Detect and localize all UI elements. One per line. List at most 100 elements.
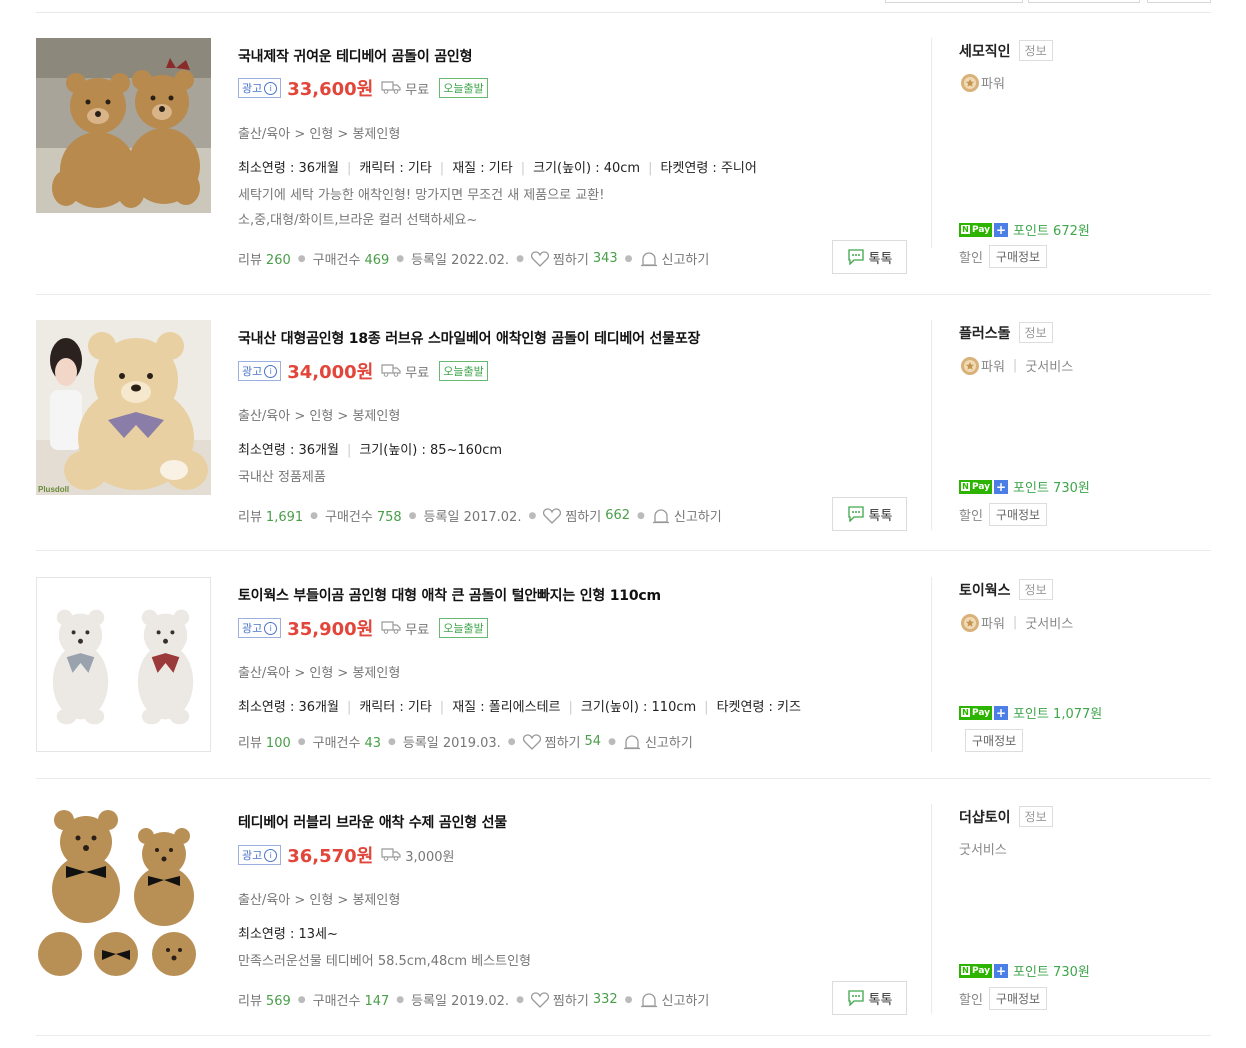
seller-grade: 파워 | 굿서비스 [959, 611, 1073, 633]
wish-button[interactable]: 찜하기 54 [522, 732, 601, 751]
category-path[interactable]: 출산/육아 > 인형 > 봉제인형 [238, 889, 400, 908]
sort-button[interactable] [1028, 0, 1140, 3]
truck-icon [381, 362, 401, 381]
shipping-fee: 무료 [405, 365, 430, 381]
seller-info-button[interactable]: 정보 [1018, 806, 1053, 827]
review-link[interactable]: 리뷰 569 [238, 990, 291, 1009]
meta-row: 리뷰 569 ● 구매건수 147 ● 등록일 2019.02. ● 찜하기 332 ● 신고… [238, 990, 710, 1009]
product-title[interactable]: 국내산 대형곰인형 18종 러브유 스마일베어 애착인형 곰돌이 테디베어 선물… [238, 328, 700, 348]
truck-icon [381, 619, 401, 638]
chat-icon [847, 990, 864, 1006]
product-description: 세탁기에 세탁 가능한 애착인형! 망가지면 무조건 새 제품으로 교환! 소,… [238, 188, 605, 228]
ad-badge[interactable]: 광고 i [238, 618, 282, 638]
info-icon[interactable]: i [264, 364, 278, 378]
npay-points: N Pay + 포인트 730원 [959, 477, 1090, 496]
ad-badge[interactable]: 광고 i [238, 845, 282, 865]
product-thumbnail[interactable] [36, 577, 211, 752]
view-button[interactable] [1147, 0, 1211, 3]
ad-badge[interactable]: 광고 i [238, 78, 282, 98]
ad-badge[interactable]: 광고 i [238, 361, 282, 381]
seller-grade: 파워 | 굿서비스 [959, 354, 1073, 376]
seller-info-button[interactable]: 정보 [1018, 322, 1053, 343]
price-row: 광고 i 35,900원 무료 오늘출발 [238, 616, 488, 640]
talk-button[interactable]: 톡톡 [832, 240, 907, 274]
report-button[interactable]: 신고하기 [623, 732, 693, 751]
purchase-info-button[interactable]: 구매정보 [988, 987, 1048, 1010]
meta-row: 리뷰 1,691 ● 구매건수 758 ● 등록일 2017.02. ● 찜하기 662 ● … [238, 506, 722, 525]
seller-name[interactable]: 세모직인 정보 [959, 40, 1053, 61]
product-title[interactable]: 국내제작 귀여운 테디베어 곰돌이 곰인형 [238, 46, 472, 66]
product-thumbnail[interactable]: Plusdoll [36, 320, 211, 495]
product-price: 34,000원 [287, 362, 374, 383]
column-divider [931, 320, 932, 530]
purchase-info-button[interactable]: 구매정보 [988, 503, 1048, 526]
spec-list: 최소연령 : 36개월 | 캐릭터 : 기타 | 재질 : 기타 | 크기(높이) : 40… [238, 161, 757, 176]
seller-info-button[interactable]: 정보 [1018, 579, 1053, 600]
spec-list: 최소연령 : 36개월 | 크기(높이) : 85~160cm [238, 443, 503, 458]
category-path[interactable]: 출산/육아 > 인형 > 봉제인형 [238, 123, 400, 142]
column-divider [931, 38, 932, 248]
shipping-fee: 3,000원 [405, 849, 455, 865]
product-title[interactable]: 토이웍스 부들이곰 곰인형 대형 애착 큰 곰돌이 털안빠지는 인형 110cm [238, 585, 661, 605]
npay-points: N Pay + 포인트 672원 [959, 220, 1090, 239]
product-title[interactable]: 테디베어 러블리 브라운 애착 수제 곰인형 선물 [238, 812, 507, 832]
today-ship-badge: 오늘출발 [439, 78, 488, 98]
product-item: 테디베어 러블리 브라운 애착 수제 곰인형 선물 광고 i 36,570원 3,… [36, 779, 1211, 1036]
spec: 크기(높이) : 85~160cm [359, 443, 503, 458]
discount-label: 할인 [959, 509, 983, 524]
seller-name[interactable]: 더샵토이 정보 [959, 806, 1053, 827]
review-link[interactable]: 리뷰 100 [238, 732, 291, 751]
discount-label: 할인 [959, 993, 983, 1008]
seller-grade: 파워 [959, 71, 1005, 93]
talk-button[interactable]: 톡톡 [832, 497, 907, 531]
report-button[interactable]: 신고하기 [640, 249, 709, 268]
purchase-info-button[interactable]: 구매정보 [965, 729, 1024, 752]
meta-row: 리뷰 100 ● 구매건수 43 ● 등록일 2019.03. ● 찜하기 54 ● 신고하기 [238, 732, 693, 751]
info-icon[interactable]: i [264, 621, 278, 635]
category-path[interactable]: 출산/육아 > 인형 > 봉제인형 [238, 405, 400, 424]
product-thumbnail[interactable] [36, 38, 211, 213]
heart-icon [522, 733, 541, 750]
spec: 캐릭터 : 기타 [359, 161, 432, 176]
category-path[interactable]: 출산/육아 > 인형 > 봉제인형 [238, 662, 400, 681]
info-icon[interactable]: i [264, 81, 278, 95]
wish-button[interactable]: 찜하기 332 [530, 990, 618, 1009]
product-description: 국내산 정품제품 [238, 470, 326, 485]
heart-icon [530, 250, 549, 267]
registered-date: 등록일 2019.03. [402, 736, 501, 751]
review-link[interactable]: 리뷰 1,691 [238, 506, 303, 525]
purchase-count: 구매건수 758 [325, 510, 402, 525]
product-item: 토이웍스 부들이곰 곰인형 대형 애착 큰 곰돌이 털안빠지는 인형 110cm… [36, 551, 1211, 779]
purchase-info-button[interactable]: 구매정보 [988, 245, 1048, 268]
wish-button[interactable]: 찜하기 662 [543, 506, 630, 525]
wish-button[interactable]: 찜하기 343 [530, 249, 618, 268]
spec-list: 최소연령 : 13세~ [238, 923, 338, 942]
product-thumbnail[interactable] [36, 804, 211, 979]
talk-button[interactable]: 톡톡 [832, 981, 907, 1015]
seller-actions: 구매정보 [959, 729, 1024, 752]
spec: 최소연령 : 13세~ [238, 927, 338, 942]
medal-icon [961, 614, 979, 632]
info-icon[interactable]: i [264, 848, 278, 862]
review-link[interactable]: 리뷰 260 [238, 249, 291, 268]
report-button[interactable]: 신고하기 [640, 990, 709, 1009]
seller-name[interactable]: 토이웍스 정보 [959, 579, 1053, 600]
seller-grade: 굿서비스 [959, 843, 1007, 858]
plus-icon: + [994, 479, 1009, 494]
report-button[interactable]: 신고하기 [652, 506, 722, 525]
top-divider [36, 12, 1211, 13]
chat-icon [847, 249, 864, 265]
price-row: 광고 i 34,000원 무료 오늘출발 [238, 359, 488, 383]
seller-info-button[interactable]: 정보 [1018, 40, 1053, 61]
naverpay-icon: N Pay [959, 479, 993, 494]
meta-row: 리뷰 260 ● 구매건수 469 ● 등록일 2022.02. ● 찜하기 343 ● 신고… [238, 249, 710, 268]
spec: 재질 : 기타 [452, 161, 513, 176]
product-item: 국내제작 귀여운 테디베어 곰돌이 곰인형 광고 i 33,600원 무료 오늘출… [36, 38, 1211, 295]
product-price: 36,570원 [287, 846, 374, 867]
seller-name[interactable]: 플러스돌 정보 [959, 322, 1053, 343]
medal-icon [961, 357, 979, 375]
purchase-count: 구매건수 43 [312, 736, 381, 751]
truck-icon [381, 846, 401, 865]
npay-points: N Pay + 포인트 1,077원 [959, 703, 1102, 722]
sort-button[interactable] [885, 0, 1023, 3]
